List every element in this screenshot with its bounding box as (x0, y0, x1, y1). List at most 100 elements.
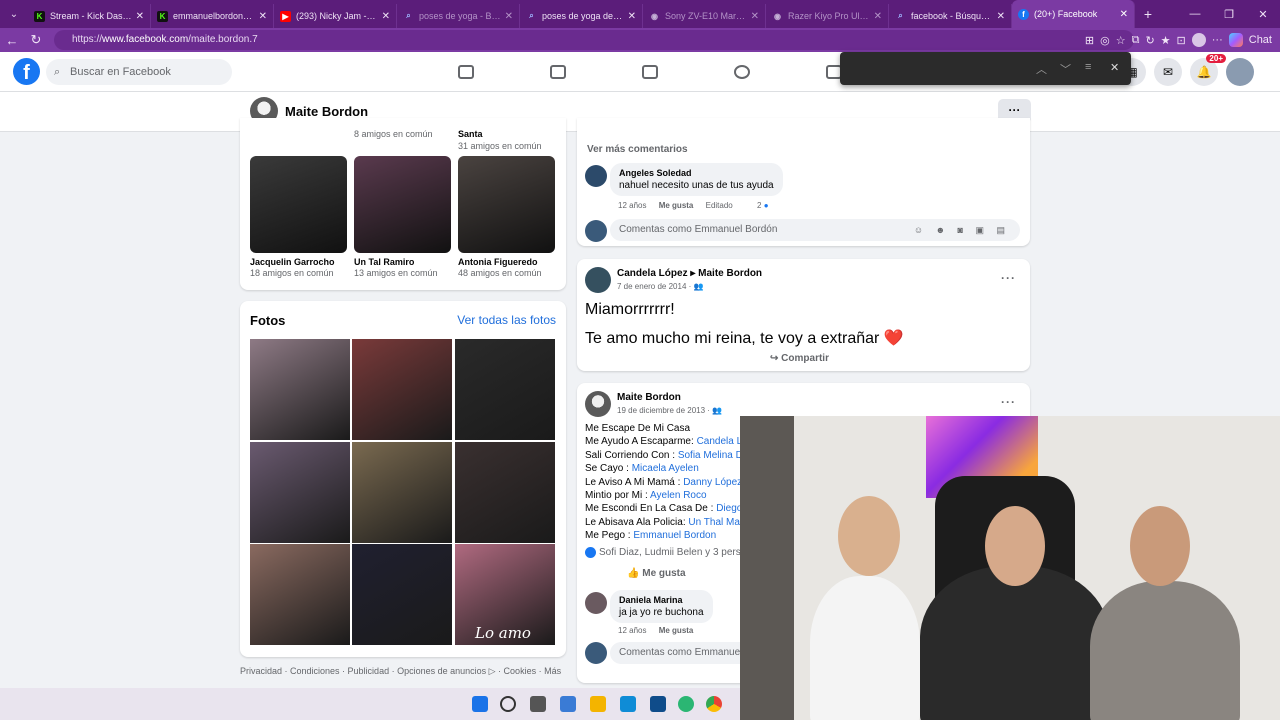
copilot-icon[interactable] (1228, 33, 1243, 47)
friend-name[interactable]: Jacquelin Garrocho (250, 257, 335, 267)
browser-tab[interactable]: ▶ (293) Nicky Jam - Voy a ✕ (274, 4, 397, 28)
nav-marketplace[interactable] (604, 52, 696, 92)
find-in-page-bar[interactable]: ︿ ﹀ ≡ ✕ (840, 52, 1131, 85)
minimize-icon[interactable]: — (1178, 8, 1212, 20)
file-explorer-icon[interactable] (590, 696, 606, 712)
comment-like-button[interactable]: Me gusta (659, 626, 694, 635)
tagged-friend-link[interactable]: Un Thal Mat (688, 517, 742, 528)
extension-icon[interactable]: ◎ (1100, 34, 1110, 47)
post-date[interactable]: 7 de enero de 2014 · 👥 (617, 282, 703, 291)
photo-tile[interactable] (352, 339, 452, 440)
photo-tile[interactable]: Lo amo (455, 544, 555, 645)
tagged-friend-link[interactable]: Danny López (683, 477, 742, 488)
browser-tab[interactable]: f (20+) Facebook ✕ (1012, 0, 1135, 28)
browser-tab[interactable]: ◉ Sony ZV-E10 Mark mem ✕ (643, 4, 766, 28)
find-options-icon[interactable]: ≡ (1085, 61, 1091, 73)
photo-tile[interactable] (250, 544, 350, 645)
post-more-button[interactable]: ··· (1001, 271, 1016, 285)
author-avatar[interactable] (585, 391, 611, 417)
friend-name[interactable]: Un Tal Ramiro (354, 257, 414, 267)
comment-reaction-count[interactable]: 2 ● (757, 201, 769, 210)
profile-avatar-icon[interactable] (1191, 33, 1206, 47)
search-taskbar-icon[interactable] (500, 696, 516, 712)
comment-input[interactable]: Comentas como Emmanuel Bordón ☺ ☻ ◙ ▣ ▤ (610, 219, 1020, 241)
close-tab-icon[interactable]: ✕ (1120, 9, 1128, 20)
find-next-icon[interactable]: ﹀ (1060, 61, 1071, 77)
commenter-name[interactable]: Angeles Soledad (619, 168, 774, 178)
browser-tab[interactable]: ⌕ facebook - Búsqueda ✕ (889, 4, 1012, 28)
find-previous-icon[interactable]: ︿ (1036, 61, 1047, 77)
comment-age[interactable]: 12 años (618, 201, 646, 210)
browser-tab[interactable]: K Stream - Kick Dashboard ✕ (28, 4, 151, 28)
photo-tile[interactable] (455, 339, 555, 440)
account-avatar[interactable] (1226, 58, 1254, 86)
close-tab-icon[interactable]: ✕ (997, 11, 1005, 22)
post-date[interactable]: 19 de diciembre de 2013 · 👥 (617, 406, 722, 415)
close-tab-icon[interactable]: ✕ (874, 11, 882, 22)
facebook-logo-icon[interactable]: f (13, 58, 40, 85)
split-screen-icon[interactable]: ⧉ (1132, 34, 1140, 47)
browser-tab[interactable]: ◉ Razer Kiyo Pro Ultra 4K ✕ (766, 4, 889, 28)
tagged-friend-link[interactable]: Micaela Ayelen (632, 463, 699, 474)
friend-name[interactable]: Santa (458, 129, 483, 139)
more-icon[interactable]: ··· (1212, 34, 1223, 46)
tagged-friend-link[interactable]: Emmanuel Bordon (633, 530, 716, 541)
photo-tile[interactable] (250, 442, 350, 543)
url-field[interactable]: https://www.facebook.com/maite.bordon.7 (54, 30, 1134, 50)
close-tab-icon[interactable]: ✕ (136, 11, 144, 22)
tagged-friend-link[interactable]: Ayelen Roco (650, 490, 707, 501)
favorite-icon[interactable]: ☆ (1116, 34, 1126, 47)
close-window-icon[interactable]: ✕ (1246, 8, 1280, 21)
nav-video[interactable] (512, 52, 604, 92)
windows-start-icon[interactable] (472, 696, 488, 712)
close-tab-icon[interactable]: ✕ (259, 11, 267, 22)
friend-photo[interactable] (250, 156, 347, 253)
post-author[interactable]: Maite Bordon (617, 392, 681, 403)
close-tab-icon[interactable]: ✕ (382, 11, 390, 22)
see-all-photos-link[interactable]: Ver todas las fotos (457, 313, 556, 327)
browser-tab[interactable]: Kemmanuelbordonn Stream ✕ (151, 4, 274, 28)
comment-tool-icons[interactable]: ☺ ☻ ◙ ▣ ▤ (914, 219, 1010, 241)
photo-tile[interactable] (250, 339, 350, 440)
close-tab-icon[interactable]: ✕ (628, 11, 636, 22)
more-comments-link[interactable]: Ver más comentarios (587, 144, 688, 155)
nav-home[interactable] (420, 52, 512, 92)
photo-tile[interactable] (455, 442, 555, 543)
tab-actions-menu-icon[interactable]: ⌄ (0, 0, 28, 28)
comment-like-button[interactable]: Me gusta (659, 201, 694, 210)
close-find-icon[interactable]: ✕ (1110, 61, 1119, 74)
refresh-extension-icon[interactable]: ↻ (1145, 34, 1154, 47)
like-button[interactable]: 👍 Me gusta (627, 568, 686, 579)
photo-tile[interactable] (352, 544, 452, 645)
commenter-avatar[interactable] (585, 165, 607, 187)
post-more-button[interactable]: ··· (1001, 395, 1016, 409)
widgets-icon[interactable] (560, 696, 576, 712)
new-tab-button[interactable]: + (1135, 6, 1161, 22)
chrome-icon[interactable] (706, 696, 722, 712)
post-author[interactable]: Candela López ▸ Maite Bordon (617, 268, 762, 279)
notifications-icon[interactable]: 🔔 20+ (1190, 54, 1226, 86)
restore-icon[interactable]: ❐ (1212, 8, 1246, 21)
steam-icon[interactable] (650, 696, 666, 712)
back-icon[interactable]: ← (0, 33, 24, 48)
footer-links[interactable]: Privacidad · Condiciones · Publicidad · … (240, 666, 561, 677)
share-button[interactable]: ↪ Compartir (770, 353, 829, 364)
favorites-icon[interactable]: ★ (1161, 34, 1171, 47)
facebook-search-input[interactable]: ⌕ Buscar en Facebook (46, 59, 232, 85)
profile-name[interactable]: Maite Bordon (285, 104, 368, 119)
author-avatar[interactable] (585, 267, 611, 293)
commenter-avatar[interactable] (585, 592, 607, 614)
close-tab-icon[interactable]: ✕ (751, 11, 759, 22)
photo-tile[interactable] (352, 442, 452, 543)
edge-icon[interactable] (678, 696, 694, 712)
post-reactions[interactable]: Sofi Diaz, Ludmii Belen y 3 pers (585, 547, 741, 558)
chat-label[interactable]: Chat (1249, 34, 1272, 46)
close-tab-icon[interactable]: ✕ (505, 11, 513, 22)
store-icon[interactable] (620, 696, 636, 712)
commenter-name[interactable]: Daniela Marina (619, 595, 704, 605)
nav-groups[interactable] (696, 52, 788, 92)
friend-name[interactable]: Antonia Figueredo (458, 257, 538, 267)
refresh-icon[interactable]: ↻ (24, 32, 48, 48)
task-view-icon[interactable] (530, 696, 546, 712)
messenger-icon[interactable]: ✉ (1154, 58, 1182, 86)
